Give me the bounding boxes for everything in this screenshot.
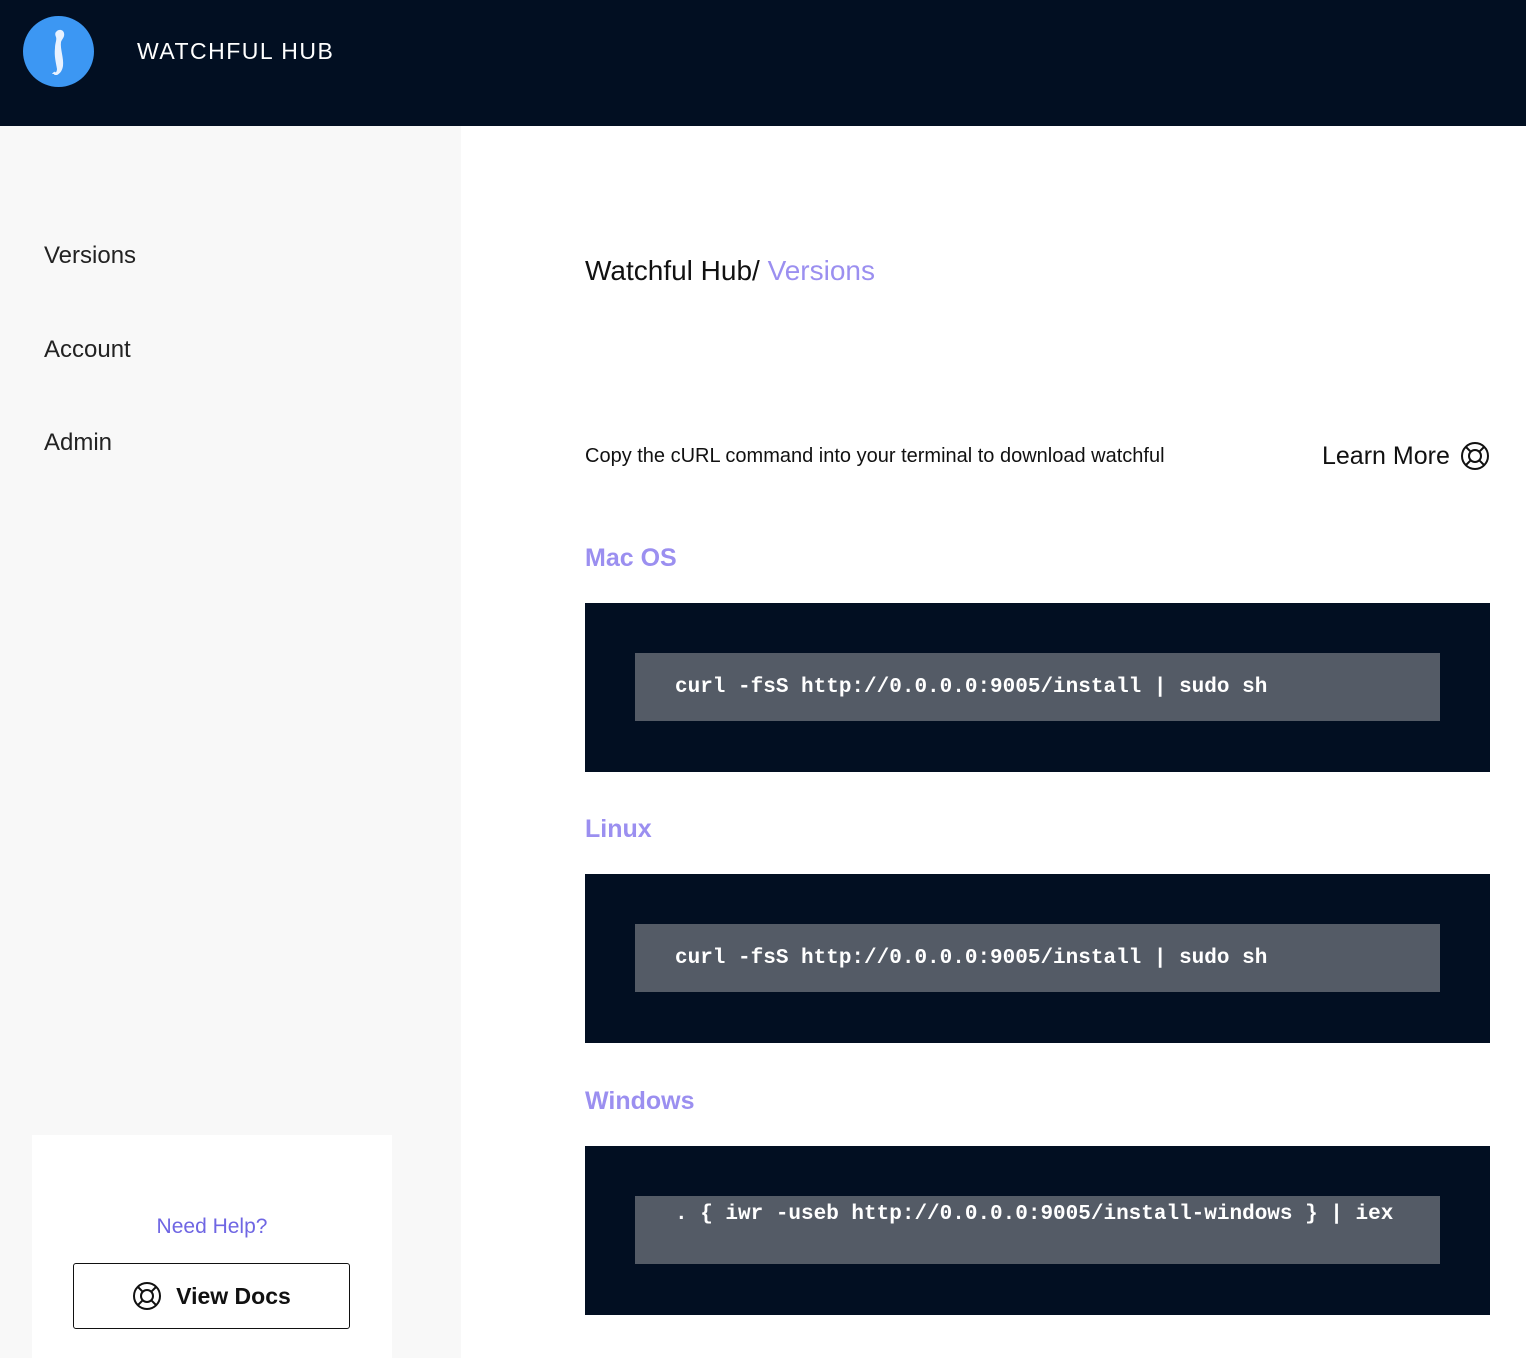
macos-command[interactable]: curl -fsS http://0.0.0.0:9005/install | … <box>635 653 1440 721</box>
sidebar-item-versions[interactable]: Versions <box>44 241 136 271</box>
top-header: WATCHFUL HUB <box>0 0 1526 126</box>
help-card: Need Help? View Docs <box>32 1135 392 1358</box>
brand-title: WATCHFUL HUB <box>137 38 335 64</box>
learn-more-link[interactable]: Learn More <box>1322 439 1490 473</box>
learn-more-label: Learn More <box>1322 441 1450 470</box>
need-help-link[interactable]: Need Help? <box>32 1214 392 1240</box>
windows-code-panel: . { iwr -useb http://0.0.0.0:9005/instal… <box>585 1146 1490 1315</box>
sidebar-item-admin[interactable]: Admin <box>44 428 112 458</box>
view-docs-button[interactable]: View Docs <box>73 1263 350 1329</box>
windows-heading: Windows <box>585 1087 695 1115</box>
view-docs-label: View Docs <box>176 1282 291 1309</box>
lifebuoy-icon <box>132 1281 162 1311</box>
macos-code-panel: curl -fsS http://0.0.0.0:9005/install | … <box>585 603 1490 772</box>
linux-command[interactable]: curl -fsS http://0.0.0.0:9005/install | … <box>635 924 1440 992</box>
windows-command[interactable]: . { iwr -useb http://0.0.0.0:9005/instal… <box>635 1196 1440 1264</box>
breadcrumb-root: Watchful Hub/ <box>585 255 760 286</box>
breadcrumb-current[interactable]: Versions <box>768 255 875 286</box>
breadcrumb: Watchful Hub/ Versions <box>585 254 875 288</box>
linux-code-panel: curl -fsS http://0.0.0.0:9005/install | … <box>585 874 1490 1043</box>
meerkat-logo-icon[interactable] <box>23 16 94 87</box>
linux-heading: Linux <box>585 815 652 843</box>
sidebar-item-account[interactable]: Account <box>44 335 131 365</box>
macos-heading: Mac OS <box>585 544 677 572</box>
lifebuoy-icon <box>1460 441 1490 471</box>
download-instructions: Copy the cURL command into your terminal… <box>585 445 1165 467</box>
